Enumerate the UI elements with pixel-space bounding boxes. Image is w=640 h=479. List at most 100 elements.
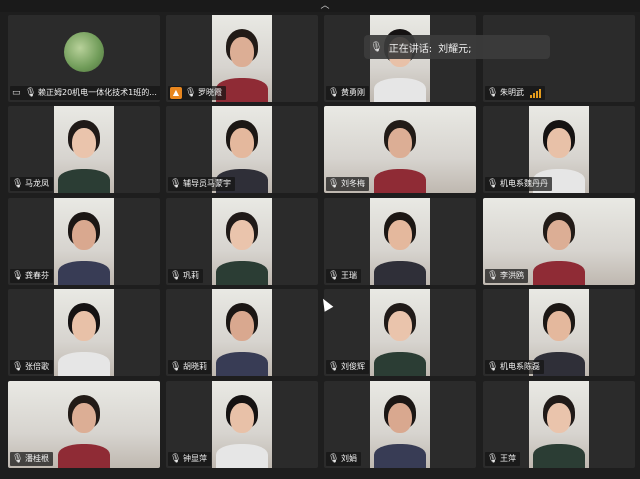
mic-icon: 🎙 — [185, 88, 197, 98]
participant-tile[interactable]: 🎙 马龙凤 — [8, 106, 160, 193]
participant-name-bar: 🎙 黄勇刚 — [326, 86, 369, 100]
participant-name-bar: 🎙 李洪鸥 — [485, 269, 528, 283]
person-body — [533, 261, 585, 285]
person-body — [216, 352, 268, 376]
mic-icon: 🎙 — [170, 362, 182, 372]
person-face — [72, 220, 96, 250]
mic-icon: 🎙 — [170, 179, 182, 189]
participant-name: 朱明武 — [500, 88, 524, 97]
participant-name-bar: 🎙 王瑞 — [326, 269, 361, 283]
participant-tile[interactable]: 🎙 刘冬梅 — [324, 106, 476, 193]
participant-name-bar: 🎙 刘娟 — [326, 452, 361, 466]
participant-name-bar: 🎙 机电系陈磊 — [485, 360, 544, 374]
participant-name-bar: 🎙 王萍 — [485, 452, 520, 466]
person-face — [230, 128, 254, 158]
person-face — [72, 128, 96, 158]
participant-tile[interactable]: 🎙 机电系陈磊 — [483, 289, 635, 376]
mic-icon: 🎙 — [12, 454, 24, 464]
mic-icon: 🎙 — [170, 271, 182, 281]
participant-name-bar: ▲ 🎙 罗晓霞 — [168, 86, 226, 100]
mic-icon: 🎙 — [328, 454, 340, 464]
participant-video — [212, 381, 272, 468]
participant-name-bar: ▭ 🎙 赖正姆20机电一体化技术1班的... — [10, 86, 160, 100]
participant-name: 潘桂根 — [25, 454, 49, 463]
participant-tile[interactable]: 🎙 机电系魏丹丹 — [483, 106, 635, 193]
participant-name: 辅导员马蒙宇 — [183, 179, 231, 188]
mic-icon: 🎙 — [328, 179, 340, 189]
participant-tile[interactable]: 🎙 刘俊辉 — [324, 289, 476, 376]
person-body — [374, 261, 426, 285]
person-body — [58, 352, 110, 376]
participant-name-bar: 🎙 胡晓莉 — [168, 360, 211, 374]
participant-name: 钟显萍 — [183, 454, 207, 463]
person-face — [230, 220, 254, 250]
active-speaker-prefix: 正在讲话: — [388, 43, 433, 55]
participant-avatar — [64, 32, 104, 72]
person-face — [230, 403, 254, 433]
person-body — [216, 261, 268, 285]
mic-icon: 🎙 — [328, 362, 340, 372]
participant-name: 刘冬梅 — [341, 179, 365, 188]
mic-icon: 🎙 — [487, 179, 499, 189]
participant-tile[interactable]: 🎙 辅导员马蒙宇 — [166, 106, 318, 193]
collapse-arrow-icon[interactable]: ︿ — [318, 1, 332, 11]
participant-video — [212, 198, 272, 285]
participant-name: 龚春芬 — [25, 271, 49, 280]
participant-tile[interactable]: 🎙 王瑞 — [324, 198, 476, 285]
person-body — [374, 352, 426, 376]
participant-tile[interactable]: ▲ 🎙 罗晓霞 — [166, 15, 318, 102]
participant-name: 王萍 — [500, 454, 516, 463]
mic-icon: 🎙 — [487, 362, 499, 372]
person-body — [58, 444, 110, 468]
video-grid: ▭ 🎙 赖正姆20机电一体化技术1班的... ▲ 🎙 罗晓霞 🎙 黄勇刚 🎙 朱明武 🎙 马龙凤 🎙 辅导… — [3, 12, 639, 479]
participant-name-bar: 🎙 刘冬梅 — [326, 177, 369, 191]
top-bar: ︿ — [0, 0, 640, 12]
participant-name-bar: 🎙 辅导员马蒙宇 — [168, 177, 235, 191]
participant-tile[interactable]: 🎙 李洪鸥 — [483, 198, 635, 285]
participant-name: 机电系魏丹丹 — [500, 179, 548, 188]
participant-tile[interactable]: 🎙 钟显萍 — [166, 381, 318, 468]
participant-name: 机电系陈磊 — [500, 362, 540, 371]
participant-video — [370, 289, 430, 376]
person-body — [216, 444, 268, 468]
participant-tile[interactable]: 🎙 潘桂根 — [8, 381, 160, 468]
person-body — [374, 78, 426, 102]
participant-tile[interactable]: 🎙 张倍歌 — [8, 289, 160, 376]
participant-tile[interactable]: 🎙 刘娟 — [324, 381, 476, 468]
participant-name: 罗晓霞 — [198, 88, 222, 97]
person-face — [72, 403, 96, 433]
active-speaker-name: 刘耀元; — [438, 43, 472, 55]
participant-tile[interactable]: 🎙 龚春芬 — [8, 198, 160, 285]
person-face — [547, 403, 571, 433]
mic-icon: 🎙 — [25, 88, 37, 98]
active-speaker-indicator: 🎙 正在讲话: 刘耀元; — [364, 35, 550, 59]
person-face — [388, 403, 412, 433]
participant-video — [54, 198, 114, 285]
participant-name: 刘娟 — [341, 454, 357, 463]
participant-tile[interactable]: 🎙 王萍 — [483, 381, 635, 468]
mic-icon: 🎙 — [487, 271, 499, 281]
mic-icon: 🎙 — [328, 88, 340, 98]
person-body — [374, 444, 426, 468]
mic-icon: 🎙 — [487, 88, 499, 98]
person-body — [374, 169, 426, 193]
person-body — [533, 444, 585, 468]
participant-name-bar: 🎙 潘桂根 — [10, 452, 53, 466]
participant-name: 李洪鸥 — [500, 271, 524, 280]
mic-icon: 🎙 — [487, 454, 499, 464]
participant-name-bar: 🎙 龚春芬 — [10, 269, 53, 283]
person-face — [230, 37, 254, 67]
participant-tile[interactable]: 🎙 胡晓莉 — [166, 289, 318, 376]
participant-video — [212, 289, 272, 376]
person-face — [388, 311, 412, 341]
participant-name: 赖正姆20机电一体化技术1班的... — [38, 88, 157, 97]
participant-tile[interactable]: ▭ 🎙 赖正姆20机电一体化技术1班的... — [8, 15, 160, 102]
person-face — [547, 128, 571, 158]
person-face — [388, 128, 412, 158]
participant-name: 胡晓莉 — [183, 362, 207, 371]
participant-name-bar: 🎙 刘俊辉 — [326, 360, 369, 374]
participant-tile[interactable]: 🎙 巩莉 — [166, 198, 318, 285]
mic-icon: 🎙 — [12, 362, 24, 372]
person-face — [547, 311, 571, 341]
participant-name-bar: 🎙 机电系魏丹丹 — [485, 177, 552, 191]
